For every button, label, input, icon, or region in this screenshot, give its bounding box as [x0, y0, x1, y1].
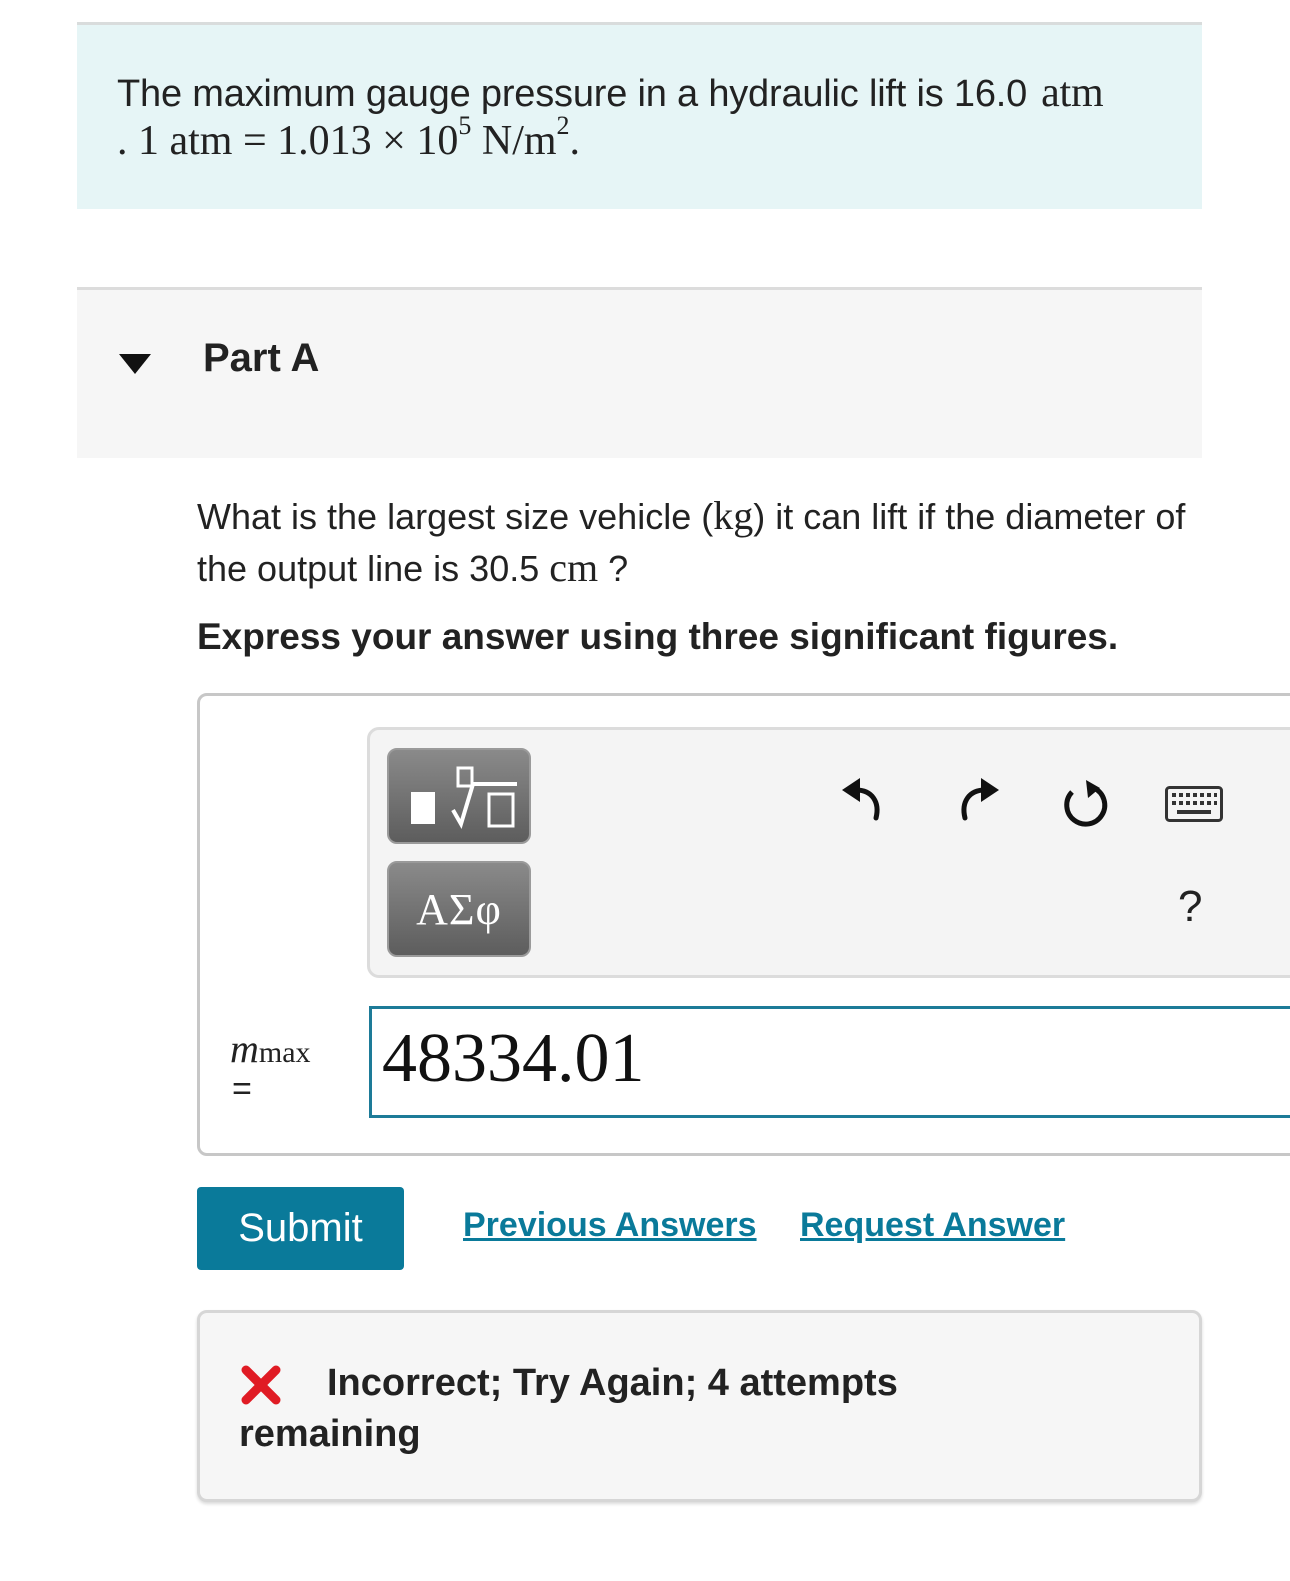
- intro-line-2: . 1 atm = 1.013 × 105 N/m2.: [117, 111, 581, 165]
- symbols-label: ΑΣφ: [416, 884, 502, 934]
- intro-unit: atm: [1041, 70, 1104, 116]
- conversion-exponent: 5: [458, 111, 472, 140]
- question-text-a: What is the largest size vehicle (: [197, 496, 714, 537]
- intro-line-1: The maximum gauge pressure in a hydrauli…: [117, 69, 1104, 117]
- symbols-button[interactable]: ΑΣφ: [387, 861, 531, 957]
- problem-intro: The maximum gauge pressure in a hydrauli…: [77, 22, 1202, 209]
- reset-icon[interactable]: [1060, 780, 1112, 833]
- variable-subscript: max: [258, 1036, 311, 1069]
- question-unit-cm: cm: [549, 545, 599, 590]
- question-text: What is the largest size vehicle (kg) it…: [197, 490, 1197, 594]
- answer-instructions: Express your answer using three signific…: [197, 616, 1119, 657]
- caret-down-icon[interactable]: [117, 348, 153, 378]
- question-unit-kg: kg: [713, 493, 754, 538]
- variable-label: mmax: [230, 1025, 311, 1072]
- conversion-unit-exponent: 2: [556, 111, 570, 140]
- request-answer-link[interactable]: Request Answer: [800, 1206, 1065, 1245]
- question-text-c: ?: [608, 548, 629, 589]
- redo-icon[interactable]: [955, 774, 1001, 827]
- conversion-text: . 1 atm = 1.013 × 10: [117, 118, 459, 164]
- part-title: Part A: [203, 336, 320, 380]
- templates-button[interactable]: [387, 748, 531, 844]
- help-button[interactable]: ?: [1178, 882, 1202, 932]
- equals-sign: =: [232, 1070, 252, 1108]
- conversion-unit: N/m: [471, 118, 557, 164]
- answer-input[interactable]: 48334.01: [369, 1006, 1290, 1118]
- templates-icon: [411, 766, 517, 830]
- variable-symbol: m: [230, 1026, 259, 1071]
- feedback-message: Incorrect; Try Again; 4 attempts remaini…: [239, 1362, 898, 1455]
- previous-answers-link[interactable]: Previous Answers: [463, 1206, 757, 1245]
- conversion-end: .: [569, 118, 581, 164]
- keyboard-icon[interactable]: [1165, 786, 1223, 827]
- intro-text: The maximum gauge pressure in a hydrauli…: [117, 73, 1028, 115]
- undo-icon[interactable]: [840, 774, 886, 827]
- submit-button[interactable]: Submit: [197, 1187, 404, 1270]
- part-header[interactable]: Part A: [77, 287, 1202, 458]
